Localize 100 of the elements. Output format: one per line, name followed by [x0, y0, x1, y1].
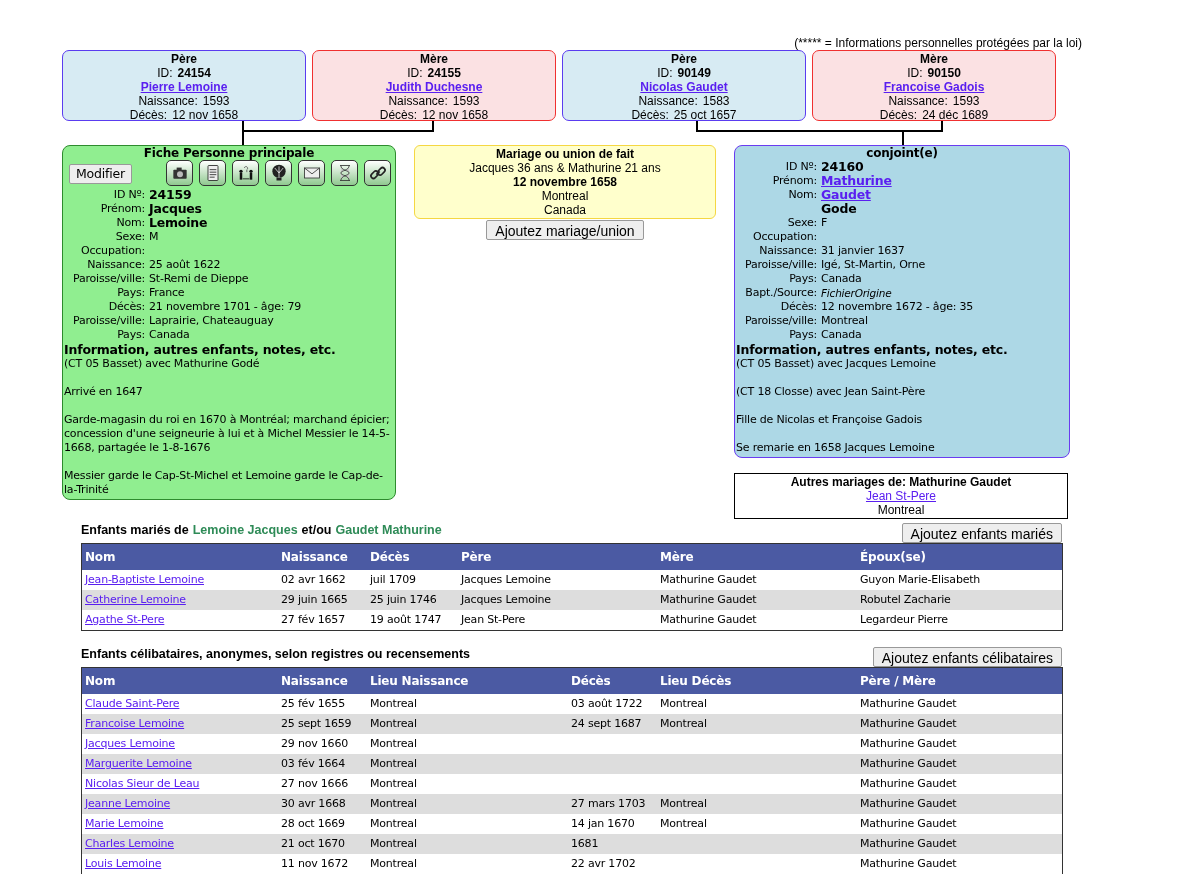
child-name-link[interactable]: Catherine Lemoine: [85, 593, 186, 606]
child-name-link[interactable]: Jeanne Lemoine: [85, 797, 171, 810]
table-cell: Mathurine Gaudet: [860, 817, 957, 830]
legal-note: (***** = Informations personnelles protégées par la loi): [794, 36, 1082, 50]
column-header: Mère: [660, 550, 694, 564]
field-value: FichierOrigine: [821, 286, 892, 300]
field-value: St-Remi de Dieppe: [149, 272, 249, 286]
card-title: conjoint(e): [865, 146, 939, 160]
parent-name-link[interactable]: Nicolas Gaudet: [640, 80, 728, 94]
field-label: Occupation:: [752, 230, 817, 243]
field-label: Nom:: [116, 216, 145, 229]
note-text: (CT 18 Closse) avec Jean Saint-Père: [735, 385, 927, 399]
birth-value: 1593: [952, 94, 980, 108]
table-cell: Montreal: [370, 777, 417, 790]
field-label: Paroisse/ville:: [72, 272, 145, 285]
spouse-link[interactable]: Jean St-Pere: [865, 489, 936, 503]
field-value: F: [821, 216, 828, 230]
table-cell: 29 juin 1665: [281, 593, 348, 606]
table-cell: Montreal: [370, 697, 417, 710]
field-value: Lemoine: [149, 216, 208, 230]
birth-label: Naissance:: [638, 94, 698, 108]
field-value: 31 janvier 1637: [821, 244, 905, 258]
child-name-link[interactable]: Claude Saint-Pere: [85, 697, 180, 710]
note-text: (CT 05 Basset) avec Mathurine Godé: [63, 357, 261, 371]
field-link[interactable]: Mathurine: [821, 174, 892, 188]
table-cell: Mathurine Gaudet: [660, 613, 757, 626]
table-cell: 25 sept 1659: [281, 717, 352, 730]
death-value: 12 nov 1658: [172, 108, 239, 122]
table-cell: 11 nov 1672: [281, 857, 348, 870]
field-value: Montreal: [821, 314, 868, 328]
parent-name-link[interactable]: Francoise Gadois: [883, 80, 985, 94]
document-button[interactable]: [199, 160, 226, 186]
field-value: M: [149, 230, 159, 244]
table-cell: Mathurine Gaudet: [860, 757, 957, 770]
id-value: 90149: [677, 66, 711, 80]
parent-name-link[interactable]: Judith Duchesne: [385, 80, 483, 94]
link-button[interactable]: [364, 160, 391, 186]
add-marriage-button[interactable]: Ajoutez mariage/union: [486, 220, 644, 240]
death-label: Décès:: [879, 108, 918, 122]
child-name-link[interactable]: Nicolas Sieur de Leau: [85, 777, 200, 790]
table-cell: 28 oct 1669: [281, 817, 345, 830]
table-cell: Montreal: [660, 797, 707, 810]
table-cell: 02 avr 1662: [281, 573, 346, 586]
table-cell: Montreal: [370, 857, 417, 870]
section-title: et/ou: [301, 522, 332, 540]
field-label: Décès:: [780, 300, 817, 313]
table-cell: Mathurine Gaudet: [860, 797, 957, 810]
table-cell: Montreal: [370, 737, 417, 750]
table-cell: Montreal: [660, 817, 707, 830]
child-name-link[interactable]: Marguerite Lemoine: [85, 757, 192, 770]
table-cell: 29 nov 1660: [281, 737, 348, 750]
column-header: Naissance: [281, 674, 348, 688]
note-text: Fille de Nicolas et Françoise Gadois: [735, 413, 924, 427]
table-cell: 22 avr 1702: [571, 857, 636, 870]
table-cell: Mathurine Gaudet: [860, 857, 957, 870]
envelope-button[interactable]: [298, 160, 325, 186]
child-name-link[interactable]: Louis Lemoine: [85, 857, 162, 870]
add-children-button[interactable]: Ajoutez enfants célibataires: [872, 647, 1062, 667]
column-header: Nom: [85, 550, 116, 564]
death-value: 12 nov 1658: [422, 108, 489, 122]
field-value: Canada: [149, 328, 190, 342]
table-cell: 27 mars 1703: [571, 797, 646, 810]
table-cell: Montreal: [660, 697, 707, 710]
camera-button[interactable]: [166, 160, 193, 186]
death-label: Décès:: [129, 108, 168, 122]
field-label: ID Nº:: [785, 160, 817, 173]
field-link[interactable]: Gaudet: [821, 188, 871, 202]
table-cell: 25 juin 1746: [370, 593, 437, 606]
edit-button[interactable]: Modifier: [69, 163, 132, 184]
field-label: Paroisse/ville:: [72, 314, 145, 327]
child-name-link[interactable]: Jacques Lemoine: [85, 737, 175, 750]
hourglass-button[interactable]: [331, 160, 358, 186]
child-name-link[interactable]: Jean-Baptiste Lemoine: [85, 573, 204, 586]
child-name-link[interactable]: Agathe St-Pere: [85, 613, 165, 626]
notes-heading: Information, autres enfants, notes, etc.: [735, 343, 1009, 357]
marriage-ages: Jacques 36 ans & Mathurine 21 ans: [469, 161, 661, 175]
parent-name-link[interactable]: Pierre Lemoine: [140, 80, 228, 94]
table-cell: Mathurine Gaudet: [860, 837, 957, 850]
tree-button[interactable]: [265, 160, 292, 186]
table-cell: 27 fév 1657: [281, 613, 345, 626]
child-name-link[interactable]: Charles Lemoine: [85, 837, 174, 850]
id-label: ID:: [657, 66, 673, 80]
birth-label: Naissance:: [138, 94, 198, 108]
people-question-button[interactable]: [232, 160, 259, 186]
child-name-link[interactable]: Francoise Lemoine: [85, 717, 185, 730]
id-value: 24154: [177, 66, 211, 80]
table-cell: Mathurine Gaudet: [860, 737, 957, 750]
table-cell: 03 fév 1664: [281, 757, 345, 770]
table-cell: 14 jan 1670: [571, 817, 635, 830]
field-value: 24160: [821, 160, 864, 174]
table-cell: 19 août 1747: [370, 613, 442, 626]
card-title: Fiche Personne principale: [142, 146, 316, 160]
id-label: ID:: [407, 66, 423, 80]
table-cell: Jacques Lemoine: [461, 593, 551, 606]
table-cell: juil 1709: [370, 573, 416, 586]
add-children-button[interactable]: Ajoutez enfants mariés: [901, 523, 1062, 543]
child-name-link[interactable]: Marie Lemoine: [85, 817, 164, 830]
table-cell: Jean St-Pere: [461, 613, 526, 626]
field-value: 25 août 1622: [149, 258, 221, 272]
table-cell: Mathurine Gaudet: [660, 593, 757, 606]
